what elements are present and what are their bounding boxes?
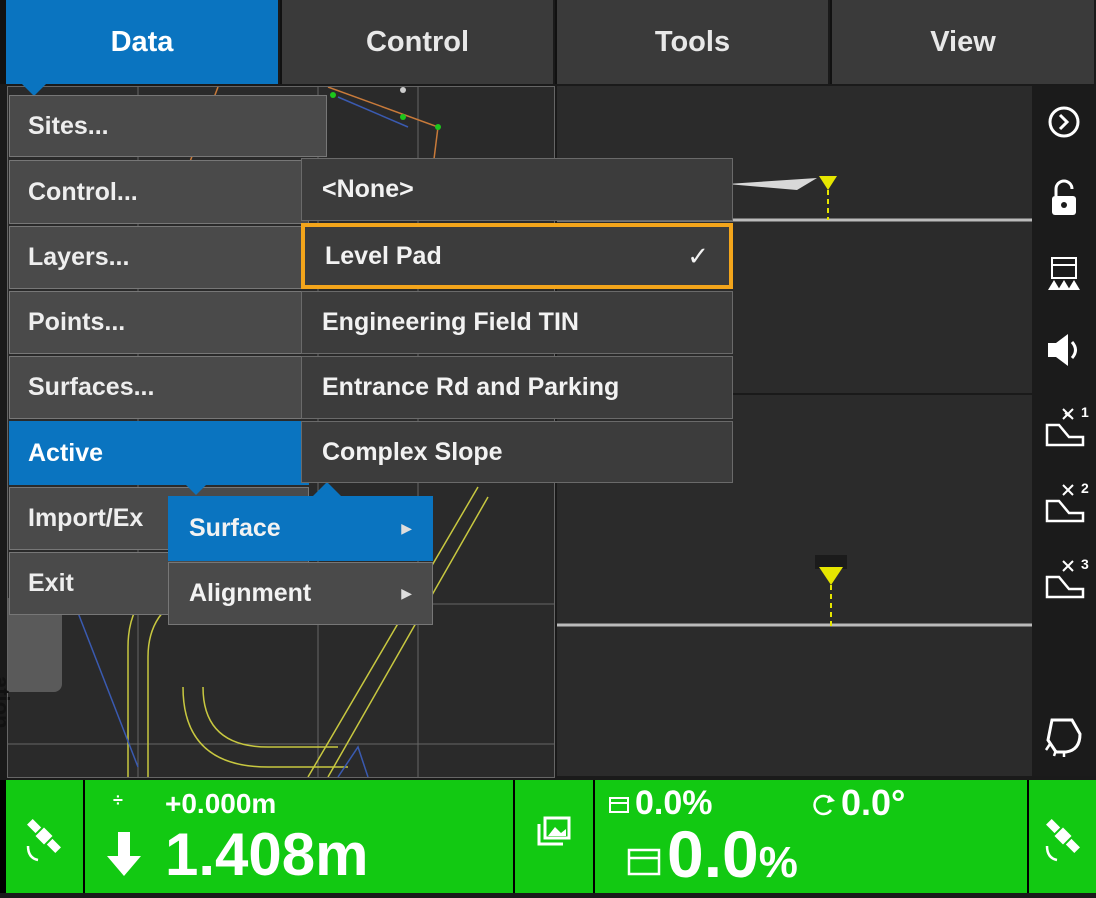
tab-data[interactable]: Data — [6, 0, 280, 84]
unlock-icon[interactable] — [1032, 162, 1096, 234]
menu-pointer — [20, 82, 48, 96]
surface-item-complex-slope[interactable]: Complex Slope — [301, 421, 733, 483]
submenu-item-label: Surface — [189, 514, 281, 542]
gps-status-left[interactable] — [6, 780, 83, 893]
active-pointer-right — [313, 482, 341, 496]
bucket-teeth-icon[interactable] — [1032, 238, 1096, 310]
tab-tools-label: Tools — [654, 25, 731, 58]
tab-control[interactable]: Control — [282, 0, 555, 84]
rotation-value: 0.0° — [841, 782, 906, 823]
menu-item-layers[interactable]: Layers... — [9, 226, 309, 289]
tab-data-label: Data — [110, 25, 174, 58]
surface-item-level-pad[interactable]: Level Pad ✓ — [301, 223, 733, 289]
menu-item-sites[interactable]: Sites... — [9, 95, 327, 157]
gps-status-right[interactable] — [1029, 780, 1096, 893]
preset-2-number: 2 — [1081, 480, 1089, 496]
tab-control-label: Control — [365, 25, 470, 58]
tab-view[interactable]: View — [832, 0, 1096, 84]
view-toggle-panel[interactable] — [515, 780, 593, 893]
menu-item-label: Control... — [28, 177, 138, 206]
bucket-preset-2-icon[interactable]: 2 — [1032, 466, 1096, 538]
menu-item-label: Surfaces... — [28, 373, 155, 401]
surface-item-none[interactable]: <None> — [301, 158, 733, 221]
menu-item-label: Import/Ex — [28, 504, 144, 532]
menu-item-label: Active — [28, 438, 104, 467]
status-bar: ÷ +0.000m 1.408m 0.0% 0.0° 0.0% — [0, 780, 1096, 893]
bucket-large-icon — [627, 848, 661, 876]
bucket-small-icon — [609, 797, 629, 813]
tab-tools[interactable]: Tools — [557, 0, 830, 84]
right-toolbar: 1 2 3 — [1032, 86, 1096, 776]
menu-item-label: Sites... — [28, 111, 109, 140]
surface-item-label: Level Pad — [325, 241, 442, 270]
menu-item-control[interactable]: Control... — [9, 160, 309, 224]
preset-1-number: 1 — [1081, 404, 1089, 420]
submenu-item-label: Alignment — [189, 579, 312, 607]
surface-item-engineering-field-tin[interactable]: Engineering Field TIN — [301, 291, 733, 354]
bucket-preset-3-icon[interactable]: 3 — [1032, 542, 1096, 614]
caret-right-icon: ▶ — [401, 585, 412, 601]
menu-item-surfaces[interactable]: Surfaces... — [9, 356, 309, 419]
menu-item-active[interactable]: Active — [9, 421, 309, 485]
preset-3-number: 3 — [1081, 556, 1089, 572]
surface-item-entrance-rd[interactable]: Entrance Rd and Parking — [301, 356, 733, 419]
top-tab-bar: Data Control Tools View — [0, 0, 1096, 84]
satellite-icon — [26, 819, 61, 862]
speaker-icon[interactable] — [1032, 314, 1096, 386]
slope-big-unit: % — [758, 838, 798, 887]
slope-big-number: 0.0 — [667, 817, 759, 891]
image-stack-icon — [537, 816, 571, 846]
offset-icon: ÷ — [113, 790, 123, 810]
satellite-icon — [1045, 819, 1080, 862]
active-pointer-left — [183, 482, 209, 495]
slope-panel[interactable]: 0.0% 0.0° 0.0% — [595, 780, 1027, 893]
bucket-preset-1-icon[interactable]: 1 — [1032, 390, 1096, 462]
cut-fill-panel[interactable]: ÷ +0.000m 1.408m — [85, 780, 513, 893]
menu-item-points[interactable]: Points... — [9, 291, 309, 354]
tab-view-label: View — [930, 25, 996, 58]
rotation-icon — [813, 794, 835, 816]
excavator-bucket-icon[interactable] — [1032, 700, 1096, 772]
chevron-right-circle-icon[interactable] — [1032, 86, 1096, 158]
checkmark-icon: ✓ — [687, 240, 709, 271]
surface-item-label: Entrance Rd and Parking — [322, 373, 620, 401]
slope-big-value: 0.0% — [667, 816, 798, 892]
menu-item-label: Exit — [28, 569, 74, 597]
surface-item-label: Complex Slope — [322, 437, 503, 466]
menu-item-label: Layers... — [28, 243, 130, 271]
offset-value: +0.000m — [165, 788, 277, 819]
submenu-item-alignment[interactable]: Alignment ▶ — [168, 562, 433, 625]
cut-fill-value: 1.408m — [165, 821, 369, 888]
submenu-item-surface[interactable]: Surface ▶ — [168, 496, 433, 561]
surface-item-label: <None> — [322, 175, 414, 203]
menu-item-label: Points... — [28, 308, 126, 336]
caret-right-icon: ▶ — [401, 520, 412, 536]
arrow-down-icon — [107, 832, 141, 876]
surface-item-label: Engineering Field TIN — [322, 308, 579, 336]
side-tab-label: ation — [0, 676, 14, 729]
